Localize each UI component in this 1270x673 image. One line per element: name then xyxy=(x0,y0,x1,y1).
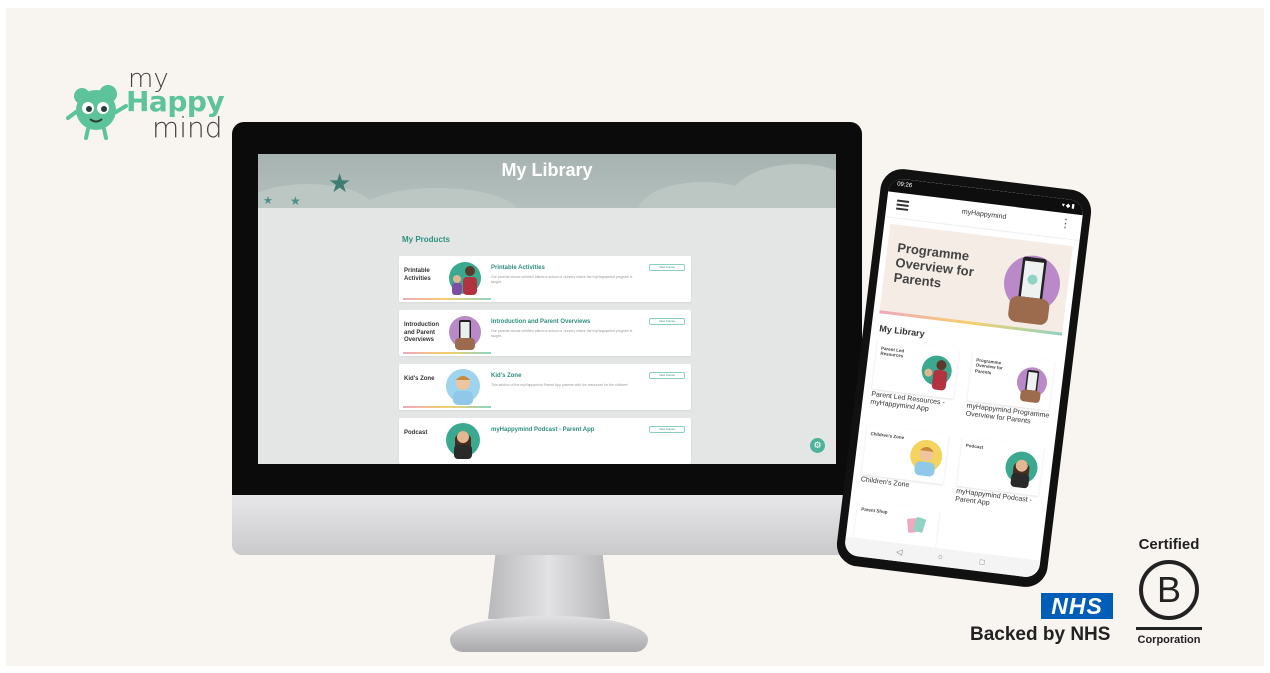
status-icons: ▾◆▮ xyxy=(1061,202,1076,211)
status-time: 09:26 xyxy=(896,181,913,190)
bcorp-certified-text: Certified xyxy=(1138,536,1200,553)
child-photo xyxy=(910,439,943,477)
monitor-chin xyxy=(232,495,862,555)
page-title: My Library xyxy=(501,160,593,180)
hero-title: Programme Overview for Parents xyxy=(892,239,975,291)
phone-in-hand-photo xyxy=(449,316,481,350)
bcorp-corporation-text: Corporation xyxy=(1137,634,1201,646)
tile-label: Children's Zone xyxy=(870,431,905,441)
view-course-button[interactable]: View Course xyxy=(649,264,685,271)
library-heading: My Library xyxy=(878,323,926,339)
product-card-label: Printable Activities xyxy=(404,268,431,282)
parent-child-photo xyxy=(921,355,952,391)
library-tile-parent-led-resources[interactable]: Parent Led Resources xyxy=(871,339,960,399)
product-card-description: Our parents whose children attend a scho… xyxy=(491,329,633,339)
star-icon: ★ xyxy=(263,195,273,207)
phone-in-hand-photo xyxy=(1016,367,1047,403)
library-tile-childrens-zone[interactable]: Children's Zone xyxy=(861,424,949,485)
product-card-label: Podcast xyxy=(404,430,428,436)
product-card-title[interactable]: myHappymind Podcast - Parent App xyxy=(491,427,594,433)
product-card-introduction[interactable]: Introduction and Parent Overviews Introd… xyxy=(399,310,691,356)
hero-banner[interactable]: Programme Overview for Parents xyxy=(879,223,1073,336)
more-options-icon[interactable]: ⋮ xyxy=(1059,216,1073,231)
tile-label: Parent Led Resources xyxy=(880,345,905,359)
product-card-title[interactable]: Printable Activities xyxy=(491,265,545,271)
product-card-description: Our parents whose children attend a scho… xyxy=(491,275,633,285)
library-tile-podcast[interactable]: Podcast xyxy=(956,436,1045,496)
library-tile-programme-overview[interactable]: Programme Overview for Parents xyxy=(967,350,1055,411)
parent-child-photo xyxy=(449,262,481,295)
product-card-podcast[interactable]: Podcast myHappymind Podcast - Parent App… xyxy=(399,418,691,464)
tile-label: Programme Overview for Parents xyxy=(974,357,1004,376)
presenter-photo xyxy=(446,423,480,459)
rainbow-divider xyxy=(403,406,491,408)
nhs-caption: Backed by NHS xyxy=(970,624,1111,645)
view-course-button[interactable]: View Course xyxy=(649,426,685,433)
bcorp-divider xyxy=(1136,627,1202,630)
gear-icon[interactable]: ⚙ xyxy=(810,438,825,453)
rainbow-divider xyxy=(403,352,491,354)
monitor-stand-base xyxy=(450,616,648,652)
cards-photo xyxy=(907,517,926,533)
nhs-logo: NHS xyxy=(1041,593,1113,619)
product-card-printable-activities[interactable]: Printable Activities Printable Activitie… xyxy=(399,256,691,302)
home-icon[interactable]: ○ xyxy=(937,552,943,562)
product-card-description: This section of the myHappymind Parent A… xyxy=(491,383,629,387)
product-card-description xyxy=(491,437,636,455)
recents-icon[interactable]: □ xyxy=(979,557,985,567)
desktop-screen: ★ ★ ★ My Library My Products Printable A… xyxy=(258,154,836,464)
back-icon[interactable]: ◁ xyxy=(896,547,903,557)
bcorp-badge: Certified B Corporation xyxy=(1130,534,1208,652)
view-course-button[interactable]: View Course xyxy=(649,318,685,325)
rainbow-divider xyxy=(403,298,491,300)
mascot-icon xyxy=(66,85,128,140)
product-card-title[interactable]: Kid's Zone xyxy=(491,373,521,379)
presenter-photo xyxy=(1005,451,1038,489)
phone-in-hand-illustration xyxy=(1004,255,1061,325)
product-card-label: Kid's Zone xyxy=(404,376,435,382)
view-course-button[interactable]: View Course xyxy=(649,372,685,379)
tile-label: Parent Shop xyxy=(860,506,888,515)
star-icon: ★ xyxy=(290,194,301,208)
bcorp-b-icon: B xyxy=(1139,560,1199,620)
library-header-banner: ★ ★ ★ My Library xyxy=(258,154,836,208)
product-card-kids-zone[interactable]: Kid's Zone Kid's Zone This section of th… xyxy=(399,364,691,410)
products-heading: My Products xyxy=(402,235,451,244)
myhappymind-logo: my Happy mind xyxy=(66,66,226,146)
child-photo xyxy=(446,369,480,405)
monitor-stand-neck xyxy=(488,555,610,619)
logo-mind-text: mind xyxy=(152,111,223,144)
tile-label: Podcast xyxy=(965,442,984,450)
product-card-label: Introduction and Parent Overviews xyxy=(404,322,439,343)
product-card-title[interactable]: Introduction and Parent Overviews xyxy=(491,319,590,325)
